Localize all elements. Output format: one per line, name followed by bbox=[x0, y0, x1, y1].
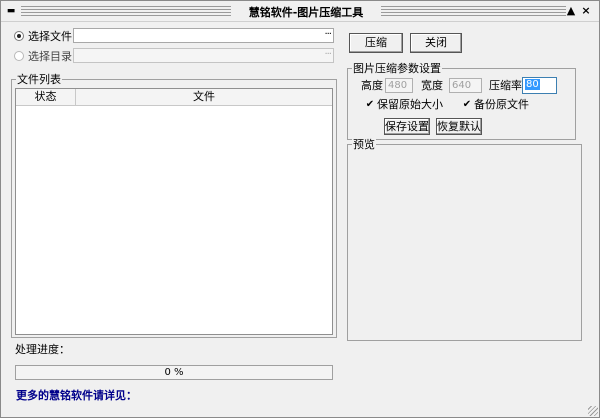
minimize-icon[interactable]: ▲ bbox=[564, 3, 578, 19]
rate-value: 80 bbox=[525, 79, 540, 90]
restore-defaults-button[interactable]: 恢复默认 bbox=[436, 118, 482, 135]
progress-label: 处理进度： bbox=[15, 343, 70, 356]
system-menu-icon[interactable]: ▬ bbox=[5, 5, 17, 17]
file-list-title: 文件列表 bbox=[16, 73, 62, 86]
resize-grip-icon[interactable] bbox=[588, 406, 598, 416]
preview-panel: 预览 bbox=[347, 138, 582, 341]
select-dir-radio[interactable] bbox=[14, 51, 24, 61]
select-file-option[interactable]: 选择文件 bbox=[14, 28, 72, 44]
select-dir-label: 选择目录 bbox=[28, 50, 72, 63]
column-header-file[interactable]: 文件 bbox=[76, 89, 332, 105]
compress-button[interactable]: 压缩 bbox=[349, 33, 403, 53]
close-button[interactable]: 关闭 bbox=[410, 33, 462, 53]
keep-size-checkbox[interactable]: ✔ bbox=[365, 100, 375, 110]
window-title: 慧铭软件-图片压缩工具 bbox=[231, 4, 381, 20]
width-input[interactable]: 640 bbox=[449, 78, 482, 93]
progress-bar: 0 % bbox=[15, 365, 333, 380]
select-file-radio[interactable] bbox=[14, 31, 24, 41]
save-settings-button[interactable]: 保存设置 bbox=[384, 118, 430, 135]
close-icon[interactable]: × bbox=[579, 3, 593, 19]
browse-file-button[interactable]: ··· bbox=[324, 29, 331, 41]
browse-dir-button[interactable]: ··· bbox=[324, 49, 331, 61]
params-title: 图片压缩参数设置 bbox=[352, 62, 442, 75]
backup-checkbox[interactable]: ✔ bbox=[462, 100, 472, 110]
column-header-status[interactable]: 状态 bbox=[16, 89, 76, 105]
more-software-link[interactable]: 更多的慧铭软件请详见： bbox=[16, 387, 137, 403]
file-list-header: 状态 文件 bbox=[16, 89, 332, 106]
backup-label: 备份原文件 bbox=[474, 98, 529, 111]
preview-title: 预览 bbox=[352, 138, 376, 151]
select-file-label: 选择文件 bbox=[28, 30, 72, 43]
height-input[interactable]: 480 bbox=[385, 78, 413, 93]
rate-input[interactable]: 80 bbox=[522, 77, 557, 94]
select-dir-option[interactable]: 选择目录 bbox=[14, 48, 72, 64]
title-bar[interactable]: ▬ 慧铭软件-图片压缩工具 ▲ × bbox=[1, 1, 599, 22]
file-list-table[interactable]: 状态 文件 bbox=[15, 88, 333, 335]
rate-label: 压缩率 bbox=[489, 79, 522, 92]
file-path-input[interactable]: ··· bbox=[73, 28, 334, 43]
keep-size-label: 保留原始大小 bbox=[377, 98, 443, 111]
progress-text: 0 % bbox=[164, 367, 184, 378]
width-label: 宽度 bbox=[421, 79, 443, 92]
height-label: 高度 bbox=[361, 79, 383, 92]
app-window: ▬ 慧铭软件-图片压缩工具 ▲ × 选择文件 ··· 选择目录 ··· 文件列表… bbox=[0, 0, 600, 418]
dir-path-input[interactable]: ··· bbox=[73, 48, 334, 63]
